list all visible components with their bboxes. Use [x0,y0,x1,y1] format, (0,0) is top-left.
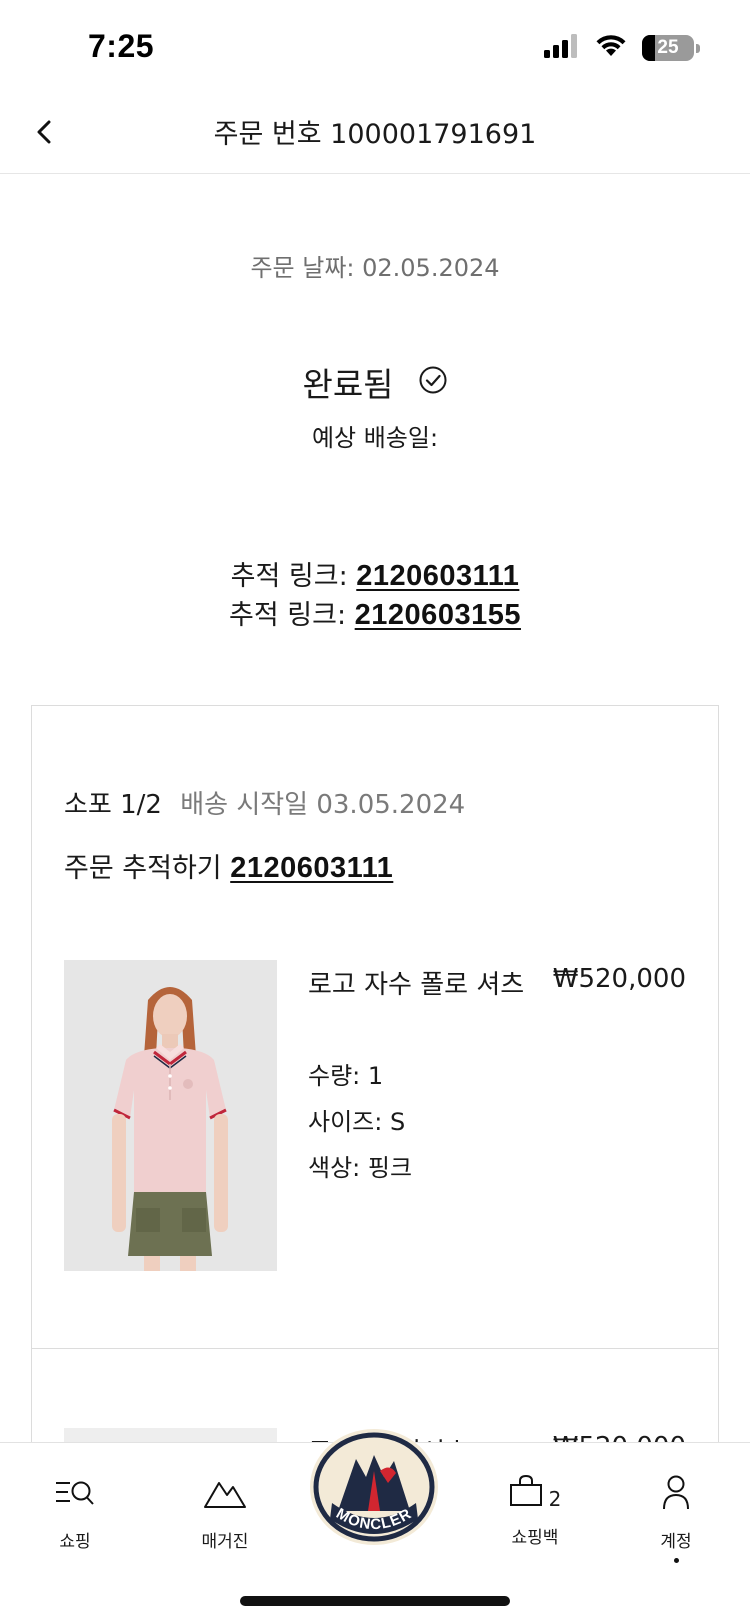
nav-account-label: 계정 [660,1532,692,1552]
account-icon [659,1473,693,1517]
status-icons: 25 [544,34,700,62]
status-time: 7:25 [88,28,155,64]
tracking-label: 추적 링크: [230,561,348,592]
product-color: 색상: 핑크 [308,1154,413,1182]
nav-shop[interactable]: 쇼핑 [15,1473,135,1552]
active-indicator-dot [673,1558,679,1563]
battery-fill [642,35,655,61]
item-divider [32,1348,718,1349]
shopping-bag-icon [509,1473,543,1513]
tracking-line-1: 추적 링크: 2120603111 [0,554,750,593]
parcel-label: 소포 1/2 [64,790,162,820]
battery-percent: 25 [657,37,679,58]
nav-shopping-bag[interactable]: 2 쇼핑백 [475,1473,595,1548]
product-image[interactable] [64,960,277,1271]
check-circle-icon [418,365,448,399]
product-price: ₩520,000 [552,964,686,994]
mountain-icon [203,1473,247,1517]
nav-shop-label: 쇼핑 [59,1532,91,1552]
shipment-card: 소포 1/2 배송 시작일 03.05.2024 주문 추적하기 2120603… [31,705,719,1488]
order-track-link[interactable]: 2120603111 [230,852,393,884]
product-size: 사이즈: S [308,1108,406,1136]
home-indicator[interactable] [240,1596,510,1606]
tracking-label: 추적 링크: [229,600,347,631]
moncler-logo-button[interactable]: MONCLER [306,1425,442,1549]
nav-magazine[interactable]: 매거진 [165,1473,285,1552]
nav-account[interactable]: 계정 [616,1473,736,1563]
cellular-signal-icon [544,34,580,62]
shipment-header: 소포 1/2 배송 시작일 03.05.2024 [64,784,465,821]
order-header: 주문 번호 100001791691 [0,96,750,174]
moncler-logo: MONCLER [310,1429,438,1545]
nav-magazine-label: 매거진 [201,1532,249,1552]
order-track-row: 주문 추적하기 2120603111 [64,846,393,885]
order-date: 주문 날짜: 02.05.2024 [250,254,500,282]
eta-label: 예상 배송일: [311,424,439,452]
tracking-line-2: 추적 링크: 2120603155 [0,593,750,632]
nav-bag-label: 쇼핑백 [511,1528,559,1548]
order-track-label: 주문 추적하기 [64,853,222,884]
battery-cap [696,43,700,53]
tracking-link-1[interactable]: 2120603111 [356,560,519,592]
tracking-link-2[interactable]: 2120603155 [355,599,521,631]
bag-count-badge: 2 [548,1487,562,1511]
page-title: 주문 번호 100001791691 [213,119,537,150]
shop-search-icon [54,1473,96,1517]
status-bar: 7:25 25 [0,0,750,96]
order-status: 완료됨 [0,358,750,406]
ship-date: 배송 시작일 03.05.2024 [180,790,466,820]
battery-icon: 25 [642,35,694,61]
status-text: 완료됨 [302,365,394,404]
product-quantity: 수량: 1 [308,1062,384,1090]
wifi-icon [594,34,628,62]
product-name[interactable]: 로고 자수 폴로 셔츠 [308,964,524,1001]
